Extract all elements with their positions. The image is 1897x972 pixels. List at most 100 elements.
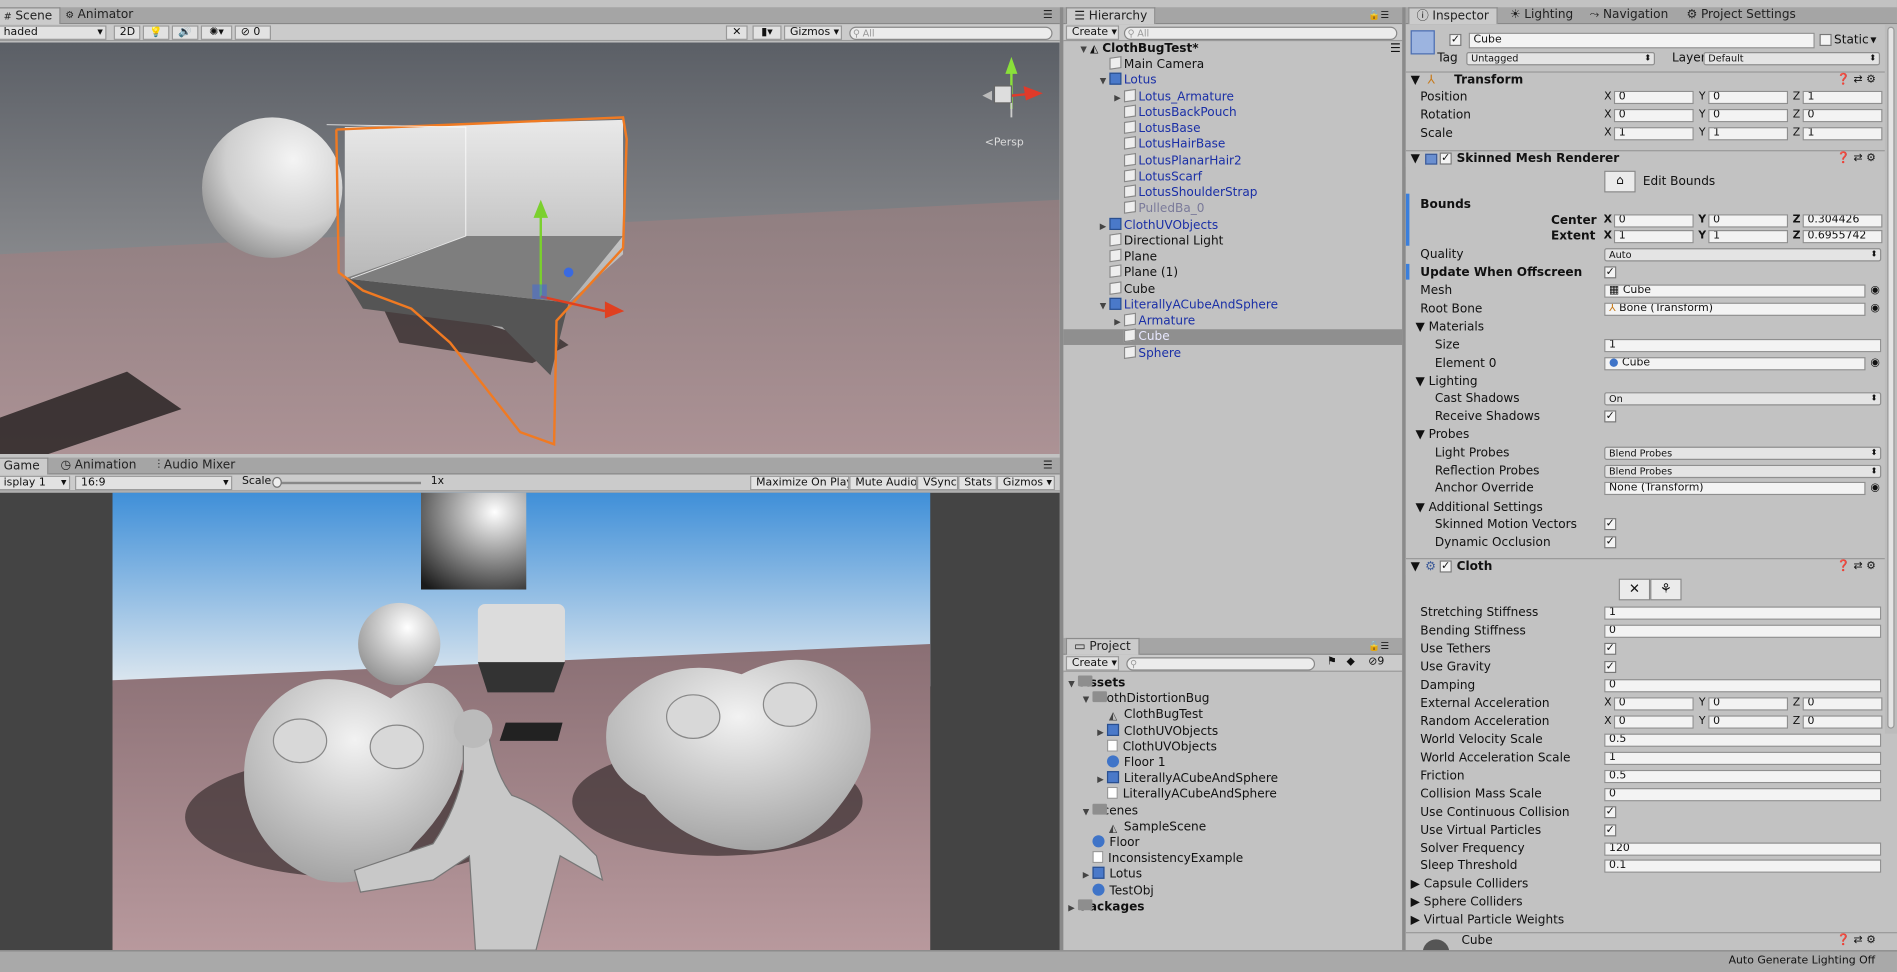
light-probes-dropdown[interactable]: Blend Probes [1604,446,1882,460]
hierarchy-item[interactable]: Main Camera [1100,56,1204,73]
component-help-icons[interactable]: ❓ ⇄ ⚙ [1836,151,1875,167]
capsule-colliders-foldout[interactable]: ▶ Capsule Colliders [1411,876,1529,892]
expand-arrow-icon[interactable]: ▶ [1114,315,1124,331]
sphere-colliders-foldout[interactable]: ▶ Sphere Colliders [1411,895,1523,911]
damping-input[interactable]: 0 [1604,679,1882,693]
lighting-foldout[interactable]: ▼ Lighting [1415,374,1477,390]
tab-lighting[interactable]: ☀ Lighting [1503,7,1581,24]
project-item[interactable]: ▶ ClothUVObjects [1097,723,1218,739]
persp-label[interactable]: <Persp [985,135,1024,148]
project-item[interactable]: ▶ Lotus [1083,867,1142,883]
tag-dropdown[interactable]: Untagged [1466,52,1656,66]
hierarchy-item[interactable]: Cube [1114,328,1170,346]
hierarchy-item[interactable]: ▶ ClothUVObjects [1100,217,1218,233]
scale-y[interactable]: 1 [1708,127,1789,141]
project-item[interactable]: TestObj [1083,883,1154,899]
project-item[interactable]: InconsistencyExample [1083,851,1243,867]
project-item[interactable]: LiterallyACubeAndSphere [1097,787,1277,803]
hierarchy-create-button[interactable]: Create ▾ [1065,25,1120,40]
expand-arrow-icon[interactable]: ▶ [1097,725,1107,741]
scale-x[interactable]: 1 [1613,127,1694,141]
aspect-dropdown[interactable]: 16:9 ▾ [75,475,233,491]
hierarchy-item[interactable]: Directional Light [1100,232,1223,249]
probes-foldout[interactable]: ▼ Probes [1415,427,1469,443]
tab-project[interactable]: ▭ Project [1065,637,1140,655]
project-item[interactable]: ClothUVObjects [1097,739,1217,755]
panel-menu-icon[interactable]: ☰ [1036,7,1060,24]
audio-toggle-icon[interactable]: 🔊 [171,25,199,40]
auto-lighting-status[interactable]: Auto Generate Lighting Off [1729,954,1876,970]
expand-arrow-icon[interactable]: ▶ [1100,218,1110,234]
hierarchy-item[interactable]: LotusBackPouch [1114,104,1237,121]
foldout-arrow-icon[interactable]: ▼ [1411,559,1420,575]
collision-mass-input[interactable]: 0 [1604,788,1882,802]
lighting-toggle-icon[interactable]: 💡 [142,25,170,40]
hierarchy-item[interactable]: Sphere [1114,344,1181,362]
layer-dropdown[interactable]: Default [1703,52,1881,66]
dynamic-occlusion-checkbox[interactable]: ✓ [1604,536,1617,549]
ext-accel-y[interactable]: 0 [1708,697,1789,711]
hierarchy-item[interactable]: Plane [1100,248,1157,265]
static-dropdown-icon[interactable]: ▾ [1870,33,1876,49]
update-offscreen-checkbox[interactable]: ✓ [1604,266,1617,279]
extent-x[interactable]: 1 [1613,229,1694,244]
hidden-objects-toggle[interactable]: ⊘ 0 [234,25,271,40]
vsync-toggle[interactable]: VSync [917,475,959,491]
hidden-packages-toggle[interactable]: ⊘9 [1363,656,1389,671]
ext-accel-z[interactable]: 0 [1802,697,1883,711]
tools-icon[interactable]: ✕ [725,25,748,40]
object-picker-icon[interactable]: ◉ [1870,283,1880,299]
tab-animation[interactable]: ◷ Animation [53,458,143,475]
object-picker-icon[interactable]: ◉ [1870,301,1880,317]
tab-animator[interactable]: ⚙ Animator [58,7,140,24]
solver-frequency-input[interactable]: 120 [1604,842,1882,856]
materials-foldout[interactable]: ▼ Materials [1415,320,1484,336]
static-checkbox[interactable] [1819,33,1832,46]
extent-y[interactable]: 1 [1708,229,1789,244]
smr-enabled-checkbox[interactable]: ✓ [1439,152,1452,165]
sleep-threshold-input[interactable]: 0.1 [1604,859,1882,873]
scene-viewport[interactable]: <Persp [0,42,1060,454]
additional-settings-foldout[interactable]: ▼ Additional Settings [1415,500,1542,516]
extent-z[interactable]: 0.6955742 [1802,229,1883,244]
scale-z[interactable]: 1 [1802,127,1883,141]
reflection-probes-dropdown[interactable]: Blend Probes [1604,464,1882,479]
element0-field[interactable]: ● Cube [1604,357,1866,371]
expand-arrow-icon[interactable]: ▶ [1097,773,1107,789]
hierarchy-item[interactable]: Cube [1100,280,1155,297]
scene-search-input[interactable]: ⚲ All [849,26,1053,40]
continuous-collision-checkbox[interactable]: ✓ [1604,806,1617,819]
world-velocity-input[interactable]: 0.5 [1604,733,1882,747]
center-z[interactable]: 0.304426 [1802,214,1883,228]
center-y[interactable]: 0 [1708,214,1789,228]
anchor-override-field[interactable]: None (Transform) [1604,481,1866,496]
rand-accel-z[interactable]: 0 [1802,715,1883,729]
component-help-icons[interactable]: ❓ ⇄ ⚙ [1836,73,1875,89]
options-icon[interactable]: ☰ [1390,41,1401,57]
component-help-icons[interactable]: ❓ ⇄ ⚙ [1836,559,1875,575]
filter-by-type-icon[interactable]: ⚑ [1322,656,1341,671]
expand-arrow-icon[interactable]: ▼ [1068,677,1078,693]
inspector-scrollbar[interactable] [1884,24,1897,734]
tab-scene[interactable]: # Scene [0,7,61,25]
center-x[interactable]: 0 [1613,214,1694,228]
virtual-particles-checkbox[interactable]: ✓ [1604,824,1617,837]
gizmos-dropdown[interactable]: Gizmos ▾ [783,25,843,40]
tab-game[interactable]: Game [0,457,49,475]
rotation-y[interactable]: 0 [1708,108,1789,123]
mute-audio-toggle[interactable]: Mute Audio [849,475,918,491]
foldout-arrow-icon[interactable]: ▼ [1411,151,1420,167]
tab-navigation[interactable]: ⤳ Navigation [1582,7,1675,24]
bending-input[interactable]: 0 [1604,624,1882,638]
project-item[interactable]: ▼ ClothDistortionBug [1083,691,1209,709]
object-picker-icon[interactable]: ◉ [1870,356,1880,372]
hierarchy-item[interactable]: LotusPlanarHair2 [1114,152,1242,169]
expand-arrow-icon[interactable]: ▼ [1100,74,1110,90]
cast-shadows-dropdown[interactable]: On [1604,392,1882,406]
hierarchy-item[interactable]: ▼ Lotus [1100,72,1157,90]
expand-arrow-icon[interactable]: ▼ [1083,693,1093,709]
tab-audio-mixer[interactable]: ⫶ Audio Mixer [150,458,242,475]
shading-mode-dropdown[interactable]: haded ▾ [0,25,107,40]
lock-icon[interactable]: 🔒☰ [1361,638,1396,655]
project-item[interactable]: ◭ SampleScene [1097,819,1206,835]
